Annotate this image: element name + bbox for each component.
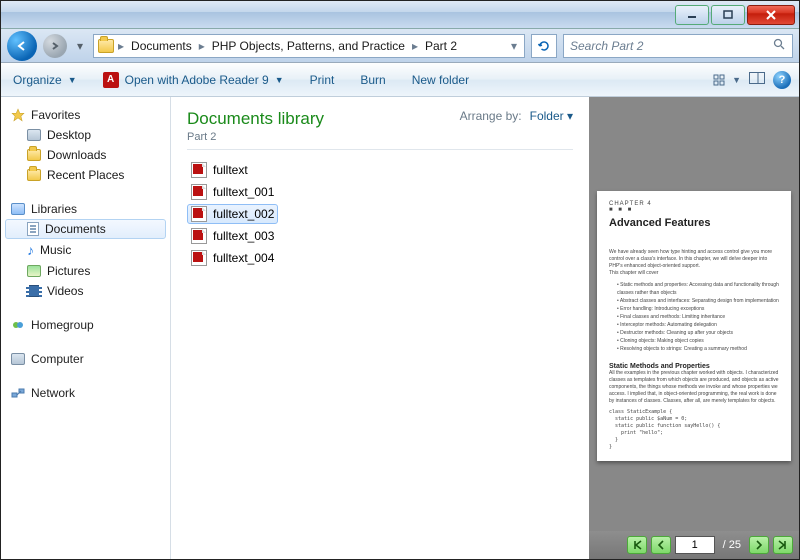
- documents-icon: [27, 222, 39, 236]
- section-heading: Static Methods and Properties: [609, 363, 779, 370]
- folder-icon: [27, 169, 41, 181]
- titlebar: [1, 1, 799, 29]
- nav-desktop[interactable]: Desktop: [5, 125, 166, 145]
- maximize-button[interactable]: [711, 5, 745, 25]
- chevron-down-icon: ▼: [275, 75, 284, 85]
- file-item[interactable]: fulltext_004: [187, 248, 278, 268]
- history-dropdown[interactable]: ▾: [73, 34, 87, 58]
- libraries-header[interactable]: Libraries: [5, 199, 166, 219]
- pdf-icon: [191, 162, 207, 178]
- nav-recent-places[interactable]: Recent Places: [5, 165, 166, 185]
- print-button[interactable]: Print: [306, 71, 339, 89]
- toolbar: Organize▼ AOpen with Adobe Reader 9▼ Pri…: [1, 63, 799, 97]
- refresh-button[interactable]: [531, 34, 557, 58]
- nav-network[interactable]: Network: [5, 383, 166, 403]
- file-item-selected[interactable]: fulltext_002: [187, 204, 278, 224]
- search-placeholder: Search Part 2: [570, 39, 643, 53]
- last-page-button[interactable]: [773, 536, 793, 554]
- address-dropdown[interactable]: ▾: [508, 39, 520, 53]
- pdf-icon: [191, 228, 207, 244]
- nav-documents[interactable]: Documents: [5, 219, 166, 239]
- file-item[interactable]: fulltext_003: [187, 226, 278, 246]
- view-options-button[interactable]: ▼: [713, 74, 741, 86]
- arrange-label: Arrange by:: [460, 109, 522, 123]
- preview-pane: CHAPTER 4 ■ ■ ■ Advanced Features We hav…: [589, 97, 799, 559]
- nav-computer[interactable]: Computer: [5, 349, 166, 369]
- close-button[interactable]: [747, 5, 795, 25]
- library-title: Documents library: [187, 109, 324, 129]
- chevron-right-icon: ▸: [118, 39, 124, 53]
- file-item[interactable]: fulltext_001: [187, 182, 278, 202]
- nav-music[interactable]: ♪Music: [5, 239, 166, 261]
- file-list: fulltext fulltext_001 fulltext_002 fullt…: [187, 160, 573, 268]
- folder-icon: [27, 149, 41, 161]
- computer-icon: [11, 353, 25, 365]
- minimize-button[interactable]: [675, 5, 709, 25]
- first-page-button[interactable]: [627, 536, 647, 554]
- page-total: / 25: [723, 539, 741, 551]
- chapter-title: Advanced Features: [609, 217, 779, 229]
- libraries-icon: [11, 203, 25, 215]
- next-page-button[interactable]: [749, 536, 769, 554]
- nav-pictures[interactable]: Pictures: [5, 261, 166, 281]
- explorer-window: ▾ ▸ Documents ▸ PHP Objects, Patterns, a…: [0, 0, 800, 560]
- music-icon: ♪: [27, 242, 34, 258]
- page-thumbnail[interactable]: CHAPTER 4 ■ ■ ■ Advanced Features We hav…: [597, 191, 791, 461]
- preview-section-text: All the examples in the previous chapter…: [609, 370, 779, 405]
- back-button[interactable]: [7, 31, 37, 61]
- content-pane: Documents library Part 2 Arrange by: Fol…: [171, 97, 589, 559]
- favorites-header[interactable]: Favorites: [5, 105, 166, 125]
- chevron-right-icon: ▸: [199, 39, 205, 53]
- chevron-right-icon: ▸: [412, 39, 418, 53]
- preview-bullets: • Static methods and properties: Accessi…: [617, 281, 779, 353]
- nav-row: ▾ ▸ Documents ▸ PHP Objects, Patterns, a…: [1, 29, 799, 63]
- pager: / 25: [589, 531, 799, 559]
- organize-button[interactable]: Organize▼: [9, 71, 81, 89]
- prev-page-button[interactable]: [651, 536, 671, 554]
- burn-button[interactable]: Burn: [356, 71, 389, 89]
- help-icon[interactable]: ?: [773, 71, 791, 89]
- open-with-button[interactable]: AOpen with Adobe Reader 9▼: [99, 70, 288, 90]
- nav-downloads[interactable]: Downloads: [5, 145, 166, 165]
- preview-pane-button[interactable]: [749, 72, 765, 87]
- breadcrumb-documents[interactable]: Documents: [128, 39, 195, 53]
- search-icon: [773, 38, 786, 54]
- pdf-icon: [191, 206, 207, 222]
- pdf-icon: [191, 184, 207, 200]
- adobe-icon: A: [103, 72, 119, 88]
- forward-button[interactable]: [43, 34, 67, 58]
- address-bar[interactable]: ▸ Documents ▸ PHP Objects, Patterns, and…: [93, 34, 525, 58]
- folder-icon: [98, 39, 114, 53]
- new-folder-button[interactable]: New folder: [408, 71, 473, 89]
- breadcrumb-part2[interactable]: Part 2: [422, 39, 460, 53]
- chevron-down-icon: ▼: [68, 75, 77, 85]
- file-item[interactable]: fulltext: [187, 160, 252, 180]
- pdf-icon: [191, 250, 207, 266]
- arrange-by[interactable]: Arrange by: Folder ▾: [460, 109, 573, 123]
- preview-code: class StaticExample { static public $aNu…: [609, 409, 779, 451]
- navigation-pane: Favorites Desktop Downloads Recent Place…: [1, 97, 171, 559]
- library-subtitle: Part 2: [187, 131, 324, 143]
- nav-videos[interactable]: Videos: [5, 281, 166, 301]
- nav-homegroup[interactable]: Homegroup: [5, 315, 166, 335]
- videos-icon: [27, 285, 41, 297]
- search-box[interactable]: Search Part 2: [563, 34, 793, 58]
- preview-body-text: We have already seen how type hinting an…: [609, 249, 779, 277]
- desktop-icon: [27, 129, 41, 141]
- page-input[interactable]: [675, 536, 715, 554]
- breadcrumb-book[interactable]: PHP Objects, Patterns, and Practice: [209, 39, 408, 53]
- pictures-icon: [27, 265, 41, 277]
